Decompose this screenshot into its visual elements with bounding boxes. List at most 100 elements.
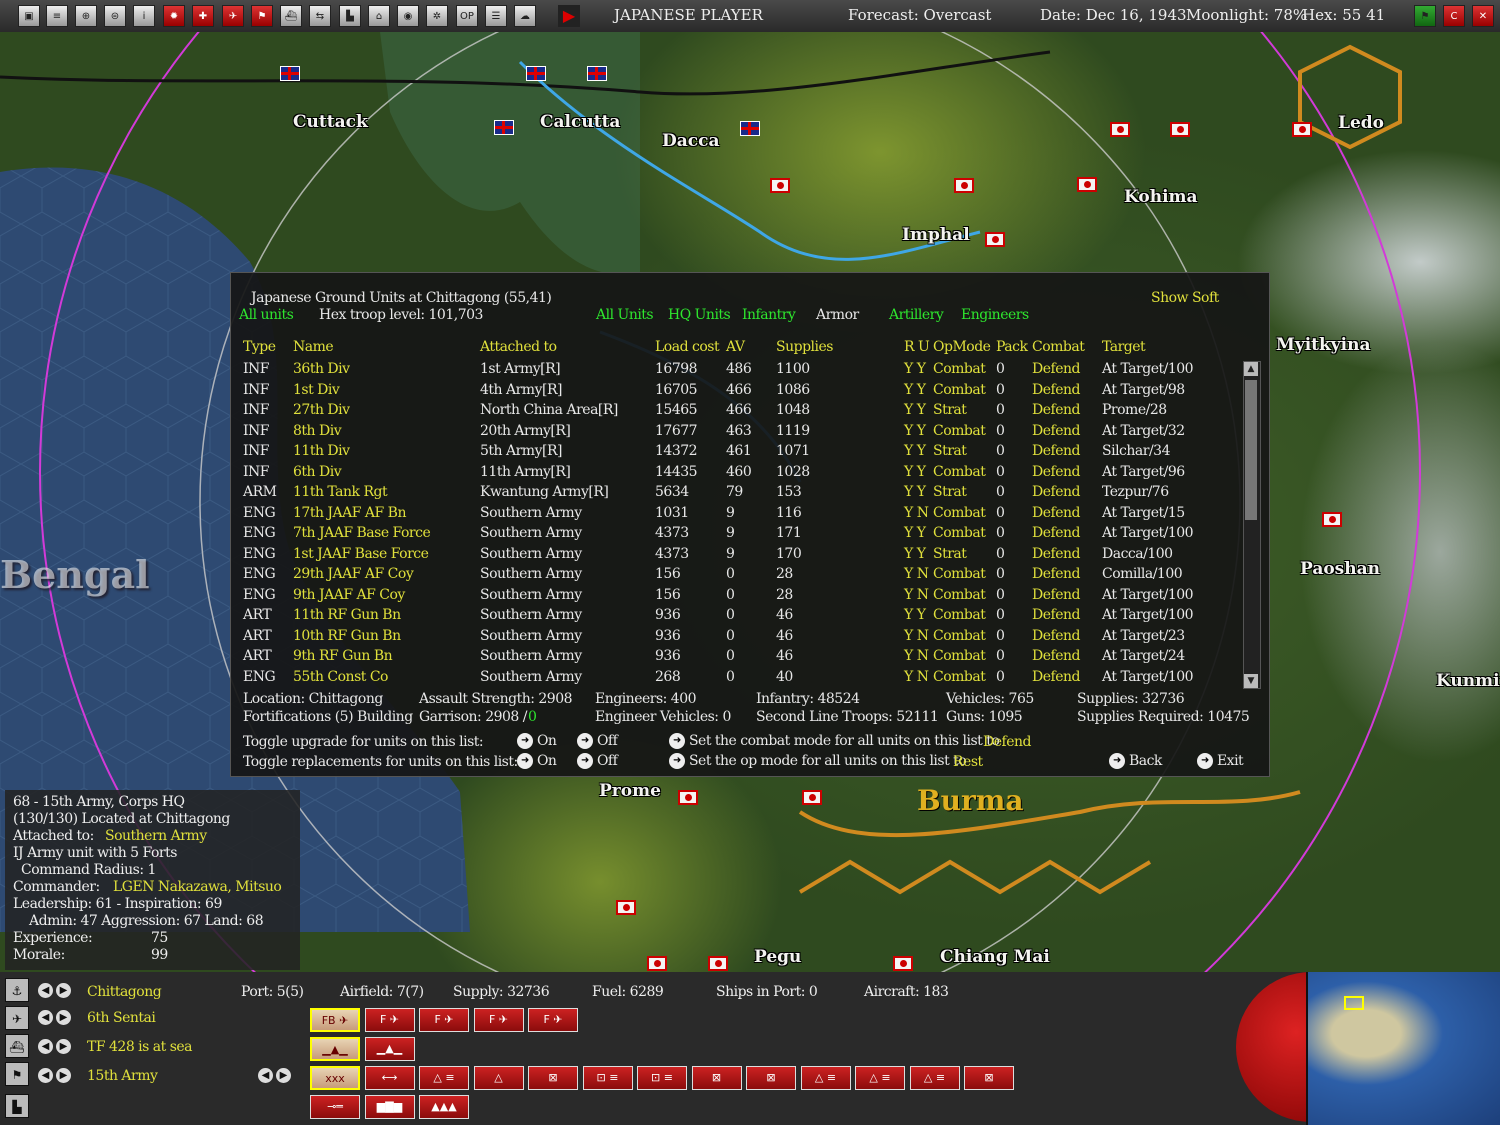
air-unit-button[interactable]: F ✈ [419,1008,469,1032]
cell-name[interactable]: 11th RF Gun Bn [293,607,401,623]
anchor-icon[interactable]: ⚓ [5,978,29,1002]
cell-target[interactable]: At Target/100 [1102,587,1194,603]
table-row[interactable]: INF 27th Div North China Area[R] 15465 466 10… [231,402,1241,422]
cell-combat[interactable]: Defend [1032,607,1080,623]
cell-target[interactable]: At Target/100 [1102,607,1194,623]
cell-opmode[interactable]: Combat [933,361,986,377]
cell-name[interactable]: 1st Div [293,382,340,398]
globe-icon[interactable]: ◉ [397,5,419,27]
cell-opmode[interactable]: Combat [933,566,986,582]
col-attached[interactable]: Attached to [480,339,557,355]
city-prome[interactable]: Prome [599,781,661,801]
cell-combat[interactable]: Defend [1032,443,1080,459]
cell-combat[interactable]: Defend [1032,382,1080,398]
air-nav[interactable]: ◀ ▶ [38,1010,74,1025]
cell-ru[interactable]: Y N [904,505,929,521]
table-scrollbar[interactable]: ▲ ▼ [1243,361,1261,689]
col-pack[interactable]: Pack [996,339,1028,355]
city-kunmin[interactable]: Kunmin [1436,671,1500,691]
ground-icon[interactable]: ⊕ [75,5,97,27]
next-arrow-icon[interactable]: ▶ [56,983,71,998]
cell-combat[interactable]: Defend [1032,587,1080,603]
cell-combat[interactable]: Defend [1032,525,1080,541]
cell-opmode[interactable]: Strat [933,484,967,500]
op-icon[interactable]: OP [456,5,478,27]
hq-attached-value[interactable]: Southern Army [105,828,207,844]
cell-combat[interactable]: Defend [1032,648,1080,664]
cell-target[interactable]: At Target/98 [1102,382,1185,398]
cell-combat[interactable]: Defend [1032,505,1080,521]
allied-base-flag[interactable] [280,66,300,81]
cell-target[interactable]: At Target/96 [1102,464,1185,480]
cell-ru[interactable]: Y Y [904,464,926,480]
cell-combat[interactable]: Defend [1032,402,1080,418]
japanese-unit-flag[interactable] [802,790,822,805]
set-combat-button[interactable]: ➜ Set the combat mode for all units on t… [669,733,1000,749]
cell-opmode[interactable]: Combat [933,607,986,623]
japanese-unit-flag[interactable] [708,956,728,971]
show-soft-button[interactable]: Show Soft [1151,290,1219,306]
ships-icon[interactable]: ⊜ [104,5,126,27]
misc-unit-button[interactable]: ▲▲▲ [419,1095,469,1119]
cell-target[interactable]: At Target/32 [1102,423,1185,439]
allied-base-flag[interactable] [494,120,514,135]
air-unit-button[interactable]: FB ✈ [310,1008,360,1032]
col-type[interactable]: Type [243,339,276,355]
land-unit-button[interactable]: △ ≡ [909,1066,960,1090]
scroll-thumb[interactable] [1245,380,1257,520]
ship-icon[interactable]: ⛴ [5,1034,29,1058]
col-opmode[interactable]: OpMode [933,339,991,355]
table-row[interactable]: ARM 11th Tank Rgt Kwantung Army[R] 5634 79 15… [231,484,1241,504]
cell-combat[interactable]: Defend [1032,484,1080,500]
prev-arrow-icon[interactable]: ◀ [38,1039,53,1054]
cell-combat[interactable]: Defend [1032,669,1080,685]
cell-target[interactable]: At Target/24 [1102,648,1185,664]
cell-name[interactable]: 9th JAAF AF Coy [293,587,405,603]
table-row[interactable]: ART 11th RF Gun Bn Southern Army 936 0 46 Y Y C… [231,607,1241,627]
base-icon[interactable]: ▙ [339,5,361,27]
prev-arrow-icon[interactable]: ◀ [38,1068,53,1083]
misc-unit-button[interactable]: ⊸═ [310,1095,360,1119]
minimap-viewport[interactable] [1344,996,1364,1010]
cell-opmode[interactable]: Combat [933,648,986,664]
filter-artillery[interactable]: Artillery [889,307,944,323]
cell-name[interactable]: 11th Tank Rgt [293,484,388,500]
col-av[interactable]: AV [726,339,745,355]
cell-opmode[interactable]: Strat [933,443,967,459]
cell-name[interactable]: 27th Div [293,402,350,418]
flag-icon[interactable]: ⚑ [251,5,273,27]
japanese-unit-flag[interactable] [678,790,698,805]
filter-engineers[interactable]: Engineers [961,307,1029,323]
japanese-unit-flag[interactable] [1077,177,1097,192]
col-load[interactable]: Load cost [655,339,720,355]
cell-combat[interactable]: Defend [1032,464,1080,480]
cell-combat[interactable]: Defend [1032,628,1080,644]
table-row[interactable]: ENG 7th JAAF Base Force Southern Army 4373 9… [231,525,1241,545]
filter-all-units[interactable]: All units [239,307,294,323]
close-icon[interactable]: ✕ [1472,5,1494,27]
cell-combat[interactable]: Defend [1032,566,1080,582]
table-row[interactable]: INF 6th Div 11th Army[R] 14435 460 1028 Y Y Com… [231,464,1241,484]
cell-target[interactable]: Silchar/34 [1102,443,1170,459]
cell-target[interactable]: Comilla/100 [1102,566,1183,582]
col-ru[interactable]: R U [904,339,930,355]
cell-ru[interactable]: Y N [904,648,929,664]
cell-combat[interactable]: Defend [1032,423,1080,439]
land-unit-button[interactable]: △ ≡ [800,1066,851,1090]
report-icon[interactable]: ≡ [46,5,68,27]
cell-opmode[interactable]: Combat [933,505,986,521]
table-row[interactable]: ENG 9th JAAF AF Coy Southern Army 156 0 28 Y N… [231,587,1241,607]
prev-arrow-icon[interactable]: ◀ [258,1068,273,1083]
army-nav[interactable]: ◀ ▶ [38,1068,74,1083]
japanese-unit-flag[interactable] [647,956,667,971]
table-row[interactable]: INF 8th Div 20th Army[R] 17677 463 1119 Y Y Com… [231,423,1241,443]
table-row[interactable]: INF 36th Div 1st Army[R] 16798 486 1100 Y Y Com… [231,361,1241,381]
army-sub-nav[interactable]: ◀ ▶ [258,1068,294,1083]
cell-ru[interactable]: Y Y [904,443,926,459]
back-button[interactable]: ➜ Back [1109,753,1162,769]
cell-ru[interactable]: Y N [904,628,929,644]
land-unit-button[interactable]: xxx [310,1066,360,1090]
city-calcutta[interactable]: Calcutta [540,112,620,132]
cell-target[interactable]: Prome/28 [1102,402,1167,418]
col-target[interactable]: Target [1102,339,1146,355]
